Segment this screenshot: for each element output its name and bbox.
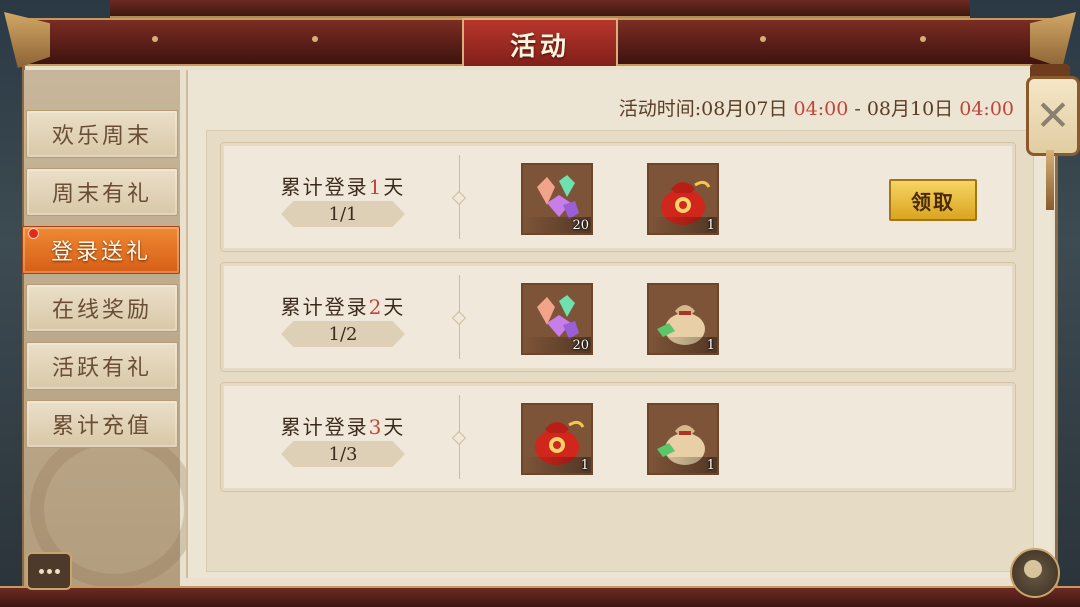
close-button[interactable]: ✕ <box>1026 76 1080 156</box>
reward-title-suffix: 天 <box>383 175 406 199</box>
chat-button[interactable] <box>26 552 72 590</box>
tab-online-reward[interactable]: 在线奖励 <box>26 284 178 332</box>
tab-cumulative-recharge[interactable]: 累计充值 <box>26 400 178 448</box>
tab-label: 累计充值 <box>51 414 152 439</box>
beam-stud <box>760 36 766 42</box>
tab-label: 欢乐周末 <box>51 124 152 149</box>
reward-item-red-lucky-bag[interactable]: 1 <box>647 163 719 235</box>
top-rail <box>110 0 970 18</box>
event-time: 活动时间:08月07日 04:00 - 08月10日 04:00 <box>619 94 1014 121</box>
reward-title-prefix: 累计登录 <box>280 175 369 199</box>
tab-label: 周末有礼 <box>51 182 152 207</box>
beam-stud <box>312 36 318 42</box>
chat-dot-icon <box>38 568 44 574</box>
reward-title: 累计登录2天 <box>221 291 465 320</box>
item-count: 20 <box>572 338 589 353</box>
header-bar: 活动 <box>0 0 1080 70</box>
tab-weekend-gift[interactable]: 周末有礼 <box>26 168 178 216</box>
event-end-date: 08月10日 <box>866 98 954 120</box>
lantern-tassel <box>1046 150 1054 210</box>
bottom-beam <box>0 586 1080 607</box>
notification-dot <box>28 228 39 239</box>
item-count: 20 <box>572 218 589 233</box>
reward-row: 累计登录3天 1/3 1 1 <box>220 382 1016 492</box>
item-count: 1 <box>580 458 589 473</box>
tab-active-gift[interactable]: 活跃有礼 <box>26 342 178 390</box>
event-end-time: 04:00 <box>959 98 1014 120</box>
reward-row: 累计登录2天 1/2 20 1 <box>220 262 1016 372</box>
menu-button[interactable] <box>1010 548 1060 598</box>
chat-dot-icon <box>46 568 52 574</box>
page-title: 活动 <box>462 18 618 70</box>
tab-login-gift[interactable]: 登录送礼 <box>22 226 180 274</box>
item-count: 1 <box>706 458 715 473</box>
reward-day: 2 <box>368 295 384 319</box>
reward-row: 累计登录1天 1/1 20 1 领取 <box>220 142 1016 252</box>
item-count: 1 <box>706 218 715 233</box>
reward-progress: 1/2 <box>281 321 405 347</box>
beam-stud <box>152 36 158 42</box>
beam-stud <box>920 36 926 42</box>
reward-day: 1 <box>368 175 384 199</box>
reward-title-prefix: 累计登录 <box>280 415 369 439</box>
chat-dot-icon <box>54 568 60 574</box>
reward-item-red-lucky-bag[interactable]: 1 <box>521 403 593 475</box>
reward-item-cloth-pouch[interactable]: 1 <box>647 283 719 355</box>
reward-day: 3 <box>368 415 384 439</box>
reward-title-prefix: 累计登录 <box>280 295 369 319</box>
reward-item-gems[interactable]: 20 <box>521 163 593 235</box>
reward-title-suffix: 天 <box>383 415 406 439</box>
reward-progress: 1/3 <box>281 441 405 467</box>
tab-label: 登录送礼 <box>50 240 151 265</box>
event-time-prefix: 活动时间: <box>618 98 702 120</box>
reward-progress: 1/1 <box>281 201 405 227</box>
reward-item-cloth-pouch[interactable]: 1 <box>647 403 719 475</box>
close-icon: ✕ <box>1035 91 1071 140</box>
tab-label: 在线奖励 <box>51 298 152 323</box>
event-start-date: 08月07日 <box>701 98 788 120</box>
reward-title: 累计登录1天 <box>221 171 465 200</box>
event-time-separator: - <box>854 98 861 120</box>
tab-label: 活跃有礼 <box>51 356 152 381</box>
reward-title-suffix: 天 <box>383 295 406 319</box>
reward-title: 累计登录3天 <box>221 411 465 440</box>
claim-button[interactable]: 领取 <box>889 179 977 221</box>
item-count: 1 <box>706 338 715 353</box>
event-start-time: 04:00 <box>793 98 849 120</box>
reward-item-gems[interactable]: 20 <box>521 283 593 355</box>
tab-happy-weekend[interactable]: 欢乐周末 <box>26 110 178 158</box>
